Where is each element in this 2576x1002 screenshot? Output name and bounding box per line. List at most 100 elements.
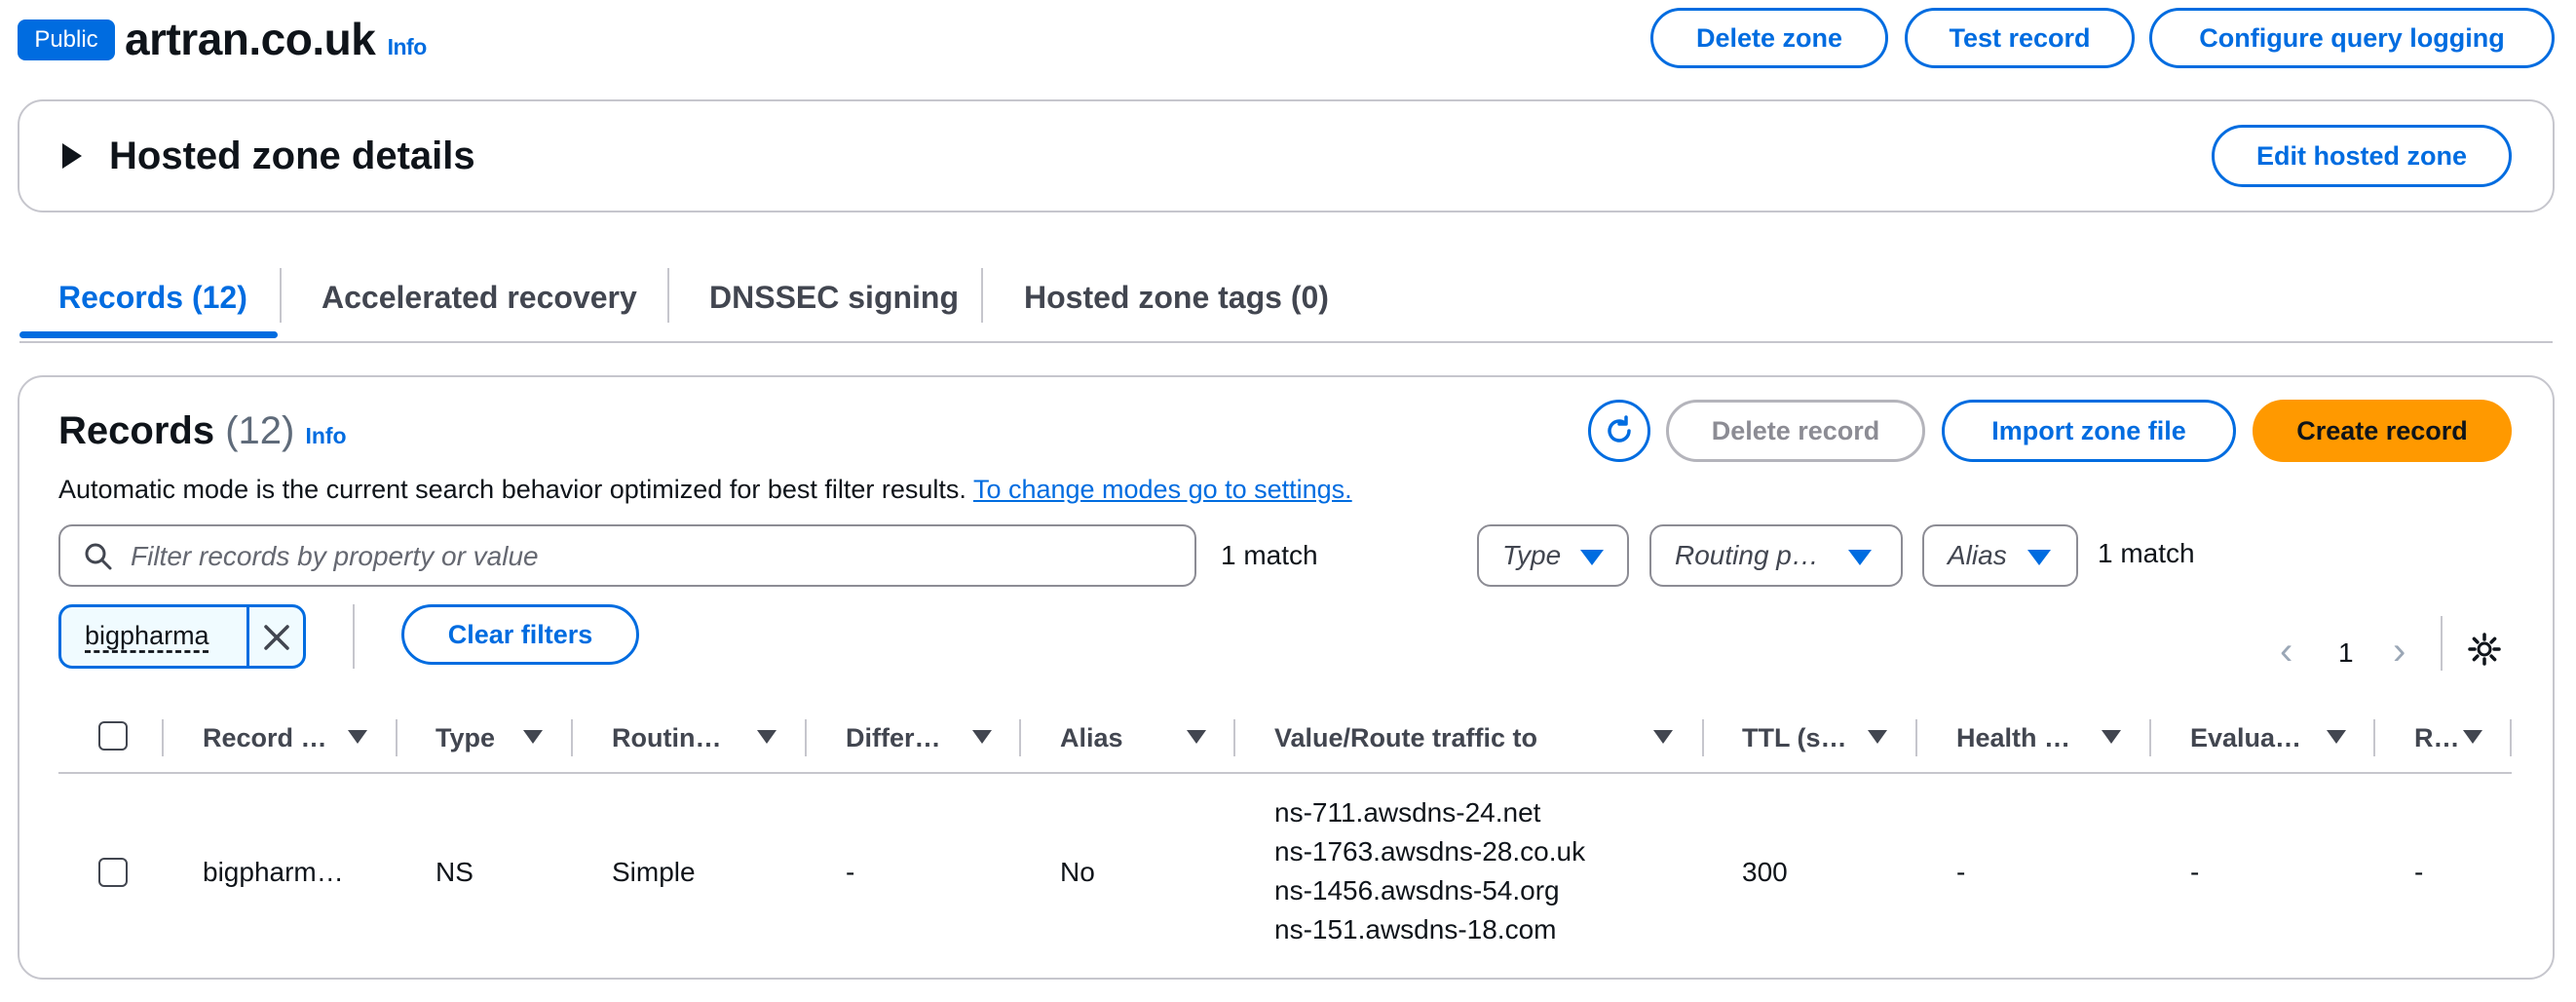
search-input[interactable]: Filter records by property or value xyxy=(58,524,1196,587)
column-header-routing[interactable]: Routin… xyxy=(612,718,721,757)
cell-health-check: - xyxy=(1956,857,1966,887)
configure-query-logging-button[interactable]: Configure query logging xyxy=(2149,8,2555,68)
filter-token: bigpharma xyxy=(58,604,306,669)
records-title: Records xyxy=(58,409,215,452)
cell-alias: No xyxy=(1060,857,1095,887)
tab-hosted-zone-tags[interactable]: Hosted zone tags (0) xyxy=(1024,273,1329,322)
tab-dnssec-signing[interactable]: DNSSEC signing xyxy=(709,273,959,322)
column-header-record-id[interactable]: R… xyxy=(2414,718,2460,757)
column-divider xyxy=(2149,719,2151,756)
row-checkbox[interactable] xyxy=(98,858,128,887)
type-filter-label: Type xyxy=(1502,540,1562,570)
hosted-zone-details-title[interactable]: Hosted zone details xyxy=(109,127,475,185)
filter-match-count: 1 match xyxy=(2098,538,2195,568)
import-zone-file-button[interactable]: Import zone file xyxy=(1942,400,2236,462)
filter-divider xyxy=(353,604,355,669)
chevron-down-icon xyxy=(1848,550,1872,565)
sort-icon[interactable] xyxy=(523,730,543,744)
filter-token-label: bigpharma xyxy=(85,621,209,650)
column-header-type[interactable]: Type xyxy=(436,718,495,757)
create-record-button[interactable]: Create record xyxy=(2253,400,2512,462)
column-divider xyxy=(805,719,807,756)
tab-accelerated-recovery[interactable]: Accelerated recovery xyxy=(322,273,637,322)
value-line: ns-1456.awsdns-54.org xyxy=(1274,875,1560,906)
cell-routing: Simple xyxy=(612,857,696,887)
tab-divider xyxy=(280,268,282,323)
column-divider xyxy=(2510,719,2512,756)
alias-filter-label: Alias xyxy=(1948,540,2007,570)
search-mode-description: Automatic mode is the current search beh… xyxy=(58,473,1352,506)
value-line: ns-711.awsdns-24.net xyxy=(1274,797,1541,828)
test-record-button[interactable]: Test record xyxy=(1905,8,2135,68)
clear-filters-button[interactable]: Clear filters xyxy=(401,604,639,665)
records-info-link[interactable]: Info xyxy=(305,423,346,448)
public-badge: Public xyxy=(18,19,115,60)
cell-record-name[interactable]: bigpharm… xyxy=(203,853,344,892)
cell-evaluate-health: - xyxy=(2190,857,2200,887)
description-text: Automatic mode is the current search beh… xyxy=(58,475,966,504)
records-heading: Records (12) Info xyxy=(58,404,347,463)
sort-icon[interactable] xyxy=(1653,730,1673,744)
sort-icon[interactable] xyxy=(1187,730,1206,744)
close-icon[interactable] xyxy=(262,623,291,652)
cell-differentiator: - xyxy=(846,857,855,887)
search-icon xyxy=(85,543,112,570)
page-title: artran.co.uk Info xyxy=(125,10,427,76)
column-header-alias[interactable]: Alias xyxy=(1060,718,1123,757)
sort-icon[interactable] xyxy=(972,730,992,744)
cell-type: NS xyxy=(436,857,474,887)
column-divider xyxy=(396,719,398,756)
pager-divider xyxy=(2441,616,2443,671)
current-page[interactable]: 1 xyxy=(2338,634,2354,673)
value-line: ns-1763.awsdns-28.co.uk xyxy=(1274,836,1586,867)
column-divider xyxy=(2373,719,2375,756)
column-header-value[interactable]: Value/Route traffic to xyxy=(1274,718,1537,757)
column-header-ttl[interactable]: TTL (s… xyxy=(1742,718,1847,757)
cell-value: ns-711.awsdns-24.net ns-1763.awsdns-28.c… xyxy=(1274,793,1585,949)
expand-caret-icon[interactable] xyxy=(62,143,82,169)
refresh-icon xyxy=(1608,415,1631,443)
alias-filter-select[interactable]: Alias xyxy=(1922,524,2078,587)
info-link[interactable]: Info xyxy=(388,34,428,59)
column-header-differentiator[interactable]: Differ… xyxy=(846,718,941,757)
sort-icon[interactable] xyxy=(1868,730,1887,744)
zone-name: artran.co.uk xyxy=(125,14,376,64)
column-header-health-check[interactable]: Health … xyxy=(1956,718,2070,757)
delete-zone-button[interactable]: Delete zone xyxy=(1650,8,1888,68)
active-tab-indicator xyxy=(19,331,278,338)
column-divider xyxy=(1915,719,1917,756)
chevron-down-icon xyxy=(1580,550,1604,565)
search-match-count: 1 match xyxy=(1221,540,1318,570)
cell-ttl: 300 xyxy=(1742,857,1788,887)
search-placeholder: Filter records by property or value xyxy=(131,541,539,571)
chevron-right-icon[interactable]: › xyxy=(2393,632,2406,671)
sort-icon[interactable] xyxy=(2327,730,2346,744)
column-divider xyxy=(1702,719,1704,756)
column-divider xyxy=(1233,719,1235,756)
select-all-checkbox[interactable] xyxy=(98,721,128,751)
tab-divider xyxy=(981,268,983,323)
sort-icon[interactable] xyxy=(2463,730,2482,744)
column-header-evaluate-health[interactable]: Evalua… xyxy=(2190,718,2301,757)
column-divider xyxy=(571,719,573,756)
table-header-divider xyxy=(58,772,2512,774)
sort-icon[interactable] xyxy=(757,730,777,744)
delete-record-button[interactable]: Delete record xyxy=(1666,400,1925,462)
chevron-down-icon xyxy=(2027,550,2051,565)
sort-icon[interactable] xyxy=(2102,730,2121,744)
tab-records[interactable]: Records (12) xyxy=(58,273,247,322)
refresh-button[interactable] xyxy=(1588,400,1650,462)
chevron-left-icon[interactable]: ‹ xyxy=(2280,632,2292,671)
column-header-record-name[interactable]: Record … xyxy=(203,718,327,757)
records-count: (12) xyxy=(225,409,295,452)
sort-icon[interactable] xyxy=(348,730,367,744)
settings-link[interactable]: To change modes go to settings. xyxy=(973,475,1352,504)
edit-hosted-zone-button[interactable]: Edit hosted zone xyxy=(2212,125,2512,187)
cell-record-id: - xyxy=(2414,857,2424,887)
settings-gear-icon[interactable] xyxy=(2467,632,2502,667)
routing-filter-select[interactable]: Routing p… xyxy=(1649,524,1903,587)
column-divider xyxy=(162,719,164,756)
type-filter-select[interactable]: Type xyxy=(1477,524,1629,587)
column-divider xyxy=(1019,719,1021,756)
value-line: ns-151.awsdns-18.com xyxy=(1274,914,1557,944)
